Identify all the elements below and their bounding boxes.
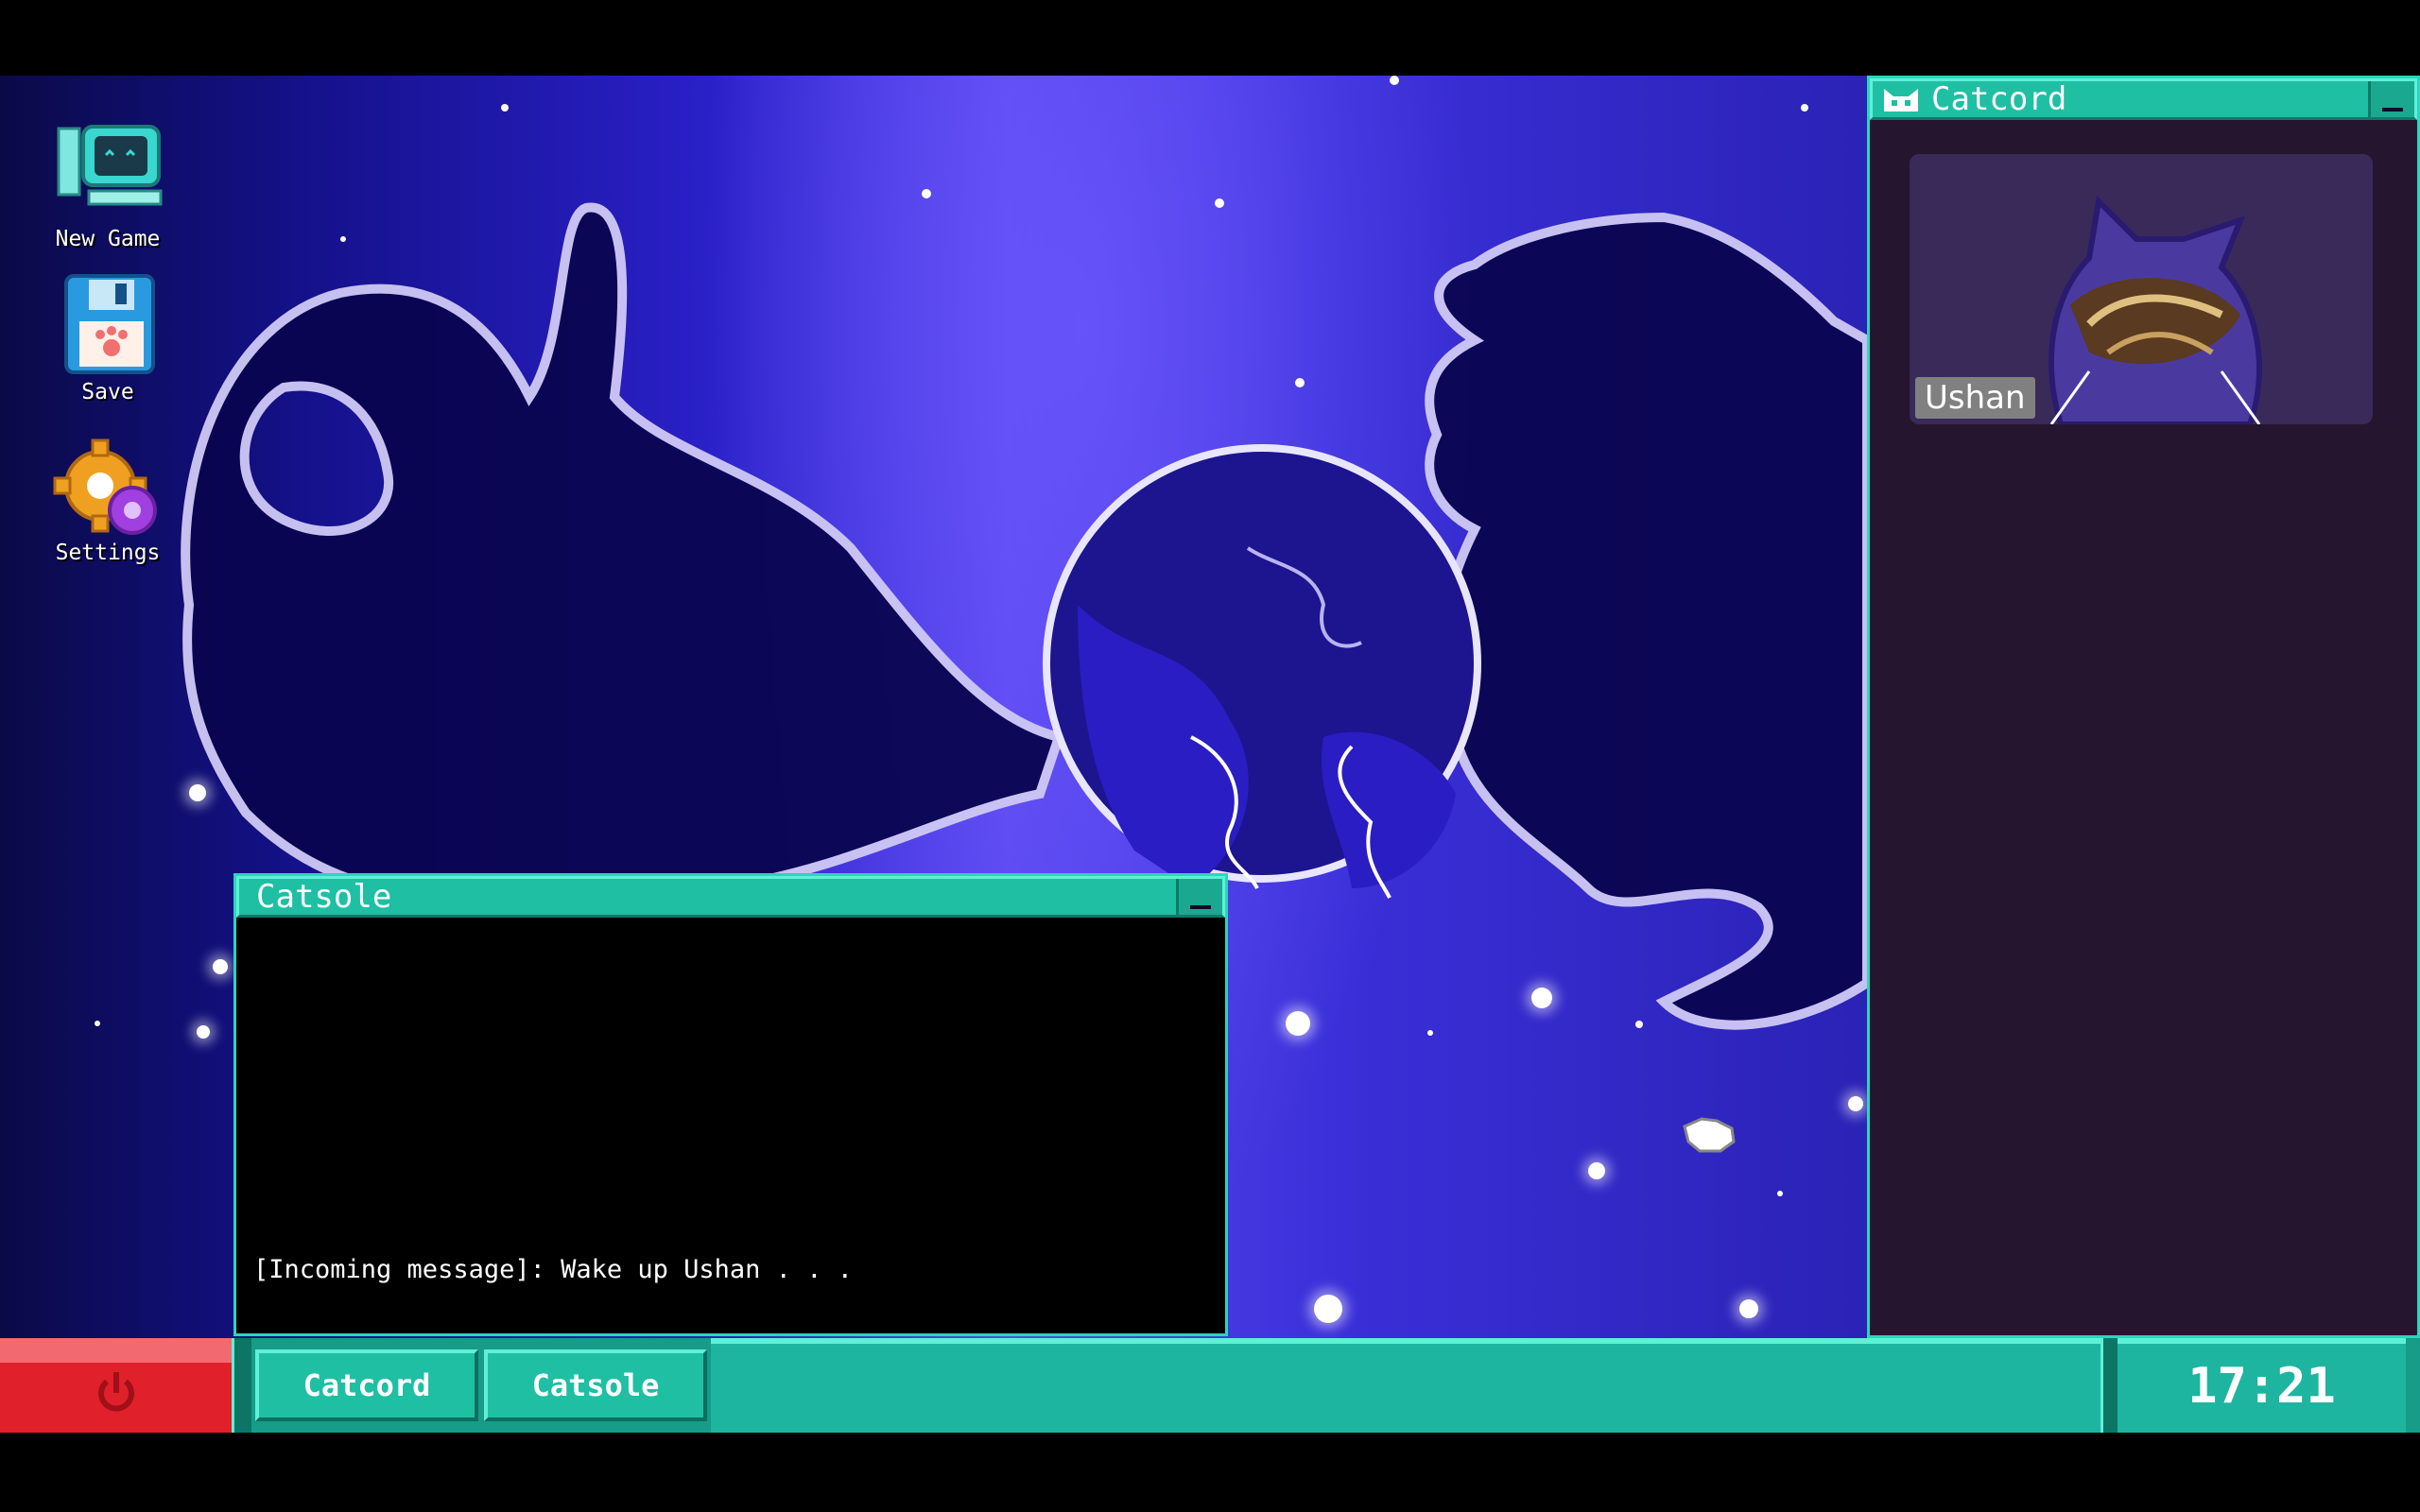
star <box>922 189 931 198</box>
right-cat-silhouette <box>1425 212 1867 1030</box>
star <box>1215 198 1224 208</box>
star <box>1848 1096 1863 1111</box>
catcord-title-bar[interactable]: Catcord <box>1870 78 2417 120</box>
minimize-button[interactable] <box>1176 879 1222 915</box>
console-output: [Incoming message]: Wake up Ushan . . . <box>236 918 1225 1333</box>
catsole-title-bar[interactable]: Catsole <box>236 876 1225 918</box>
star <box>189 784 206 801</box>
window-title: Catcord <box>1931 80 2067 118</box>
save-desktop-icon[interactable]: Save <box>38 274 178 404</box>
desktop-icon-label: Save <box>81 380 134 404</box>
clock: 17:21 <box>2118 1338 2406 1433</box>
star <box>1777 1191 1783 1196</box>
star <box>213 959 228 974</box>
power-icon <box>98 1372 134 1412</box>
pointer-cursor-icon <box>1683 1117 1736 1153</box>
console-message: [Incoming message]: Wake up Ushan . . . <box>253 1255 853 1284</box>
contact-card[interactable]: Ushan <box>1910 154 2373 424</box>
window-title: Catsole <box>256 878 392 916</box>
cat-face-icon <box>1884 89 1918 112</box>
power-button[interactable] <box>0 1338 232 1433</box>
taskbar: Catcord Catsole 17:21 <box>0 1338 2420 1433</box>
star <box>1739 1299 1758 1318</box>
settings-desktop-icon[interactable]: Settings <box>38 435 178 565</box>
taskbar-button-catcord[interactable]: Catcord <box>255 1349 478 1421</box>
star <box>1427 1030 1433 1036</box>
taskbar-separator <box>232 1338 251 1433</box>
star <box>1801 104 1808 112</box>
star <box>340 236 346 242</box>
gear-icon <box>51 435 164 539</box>
left-cat-silhouette <box>181 202 1065 901</box>
contact-name-label: Ushan <box>1915 377 2035 419</box>
avatar <box>2048 195 2262 424</box>
new-game-desktop-icon[interactable]: New Game <box>38 121 178 251</box>
star <box>501 104 509 112</box>
computer-icon <box>51 121 164 225</box>
star <box>95 1021 100 1026</box>
star <box>1286 1011 1310 1036</box>
star <box>1295 378 1305 387</box>
star <box>1314 1295 1342 1323</box>
taskbar-empty-area <box>711 1338 2100 1433</box>
floppy-disk-icon <box>51 274 164 378</box>
desktop-icon-label: Settings <box>55 541 161 565</box>
star <box>1390 76 1399 85</box>
star <box>1588 1162 1605 1179</box>
star <box>197 1025 210 1039</box>
power-button-highlight <box>0 1338 232 1363</box>
catcord-window[interactable]: Catcord Ushan <box>1867 76 2420 1338</box>
star <box>1531 988 1552 1008</box>
desktop-icon-label: New Game <box>55 227 161 251</box>
minimize-button[interactable] <box>2368 81 2414 117</box>
star <box>1635 1021 1643 1028</box>
taskbar-button-catsole[interactable]: Catsole <box>484 1349 707 1421</box>
catsole-window[interactable]: Catsole [Incoming message]: Wake up Usha… <box>233 873 1228 1336</box>
